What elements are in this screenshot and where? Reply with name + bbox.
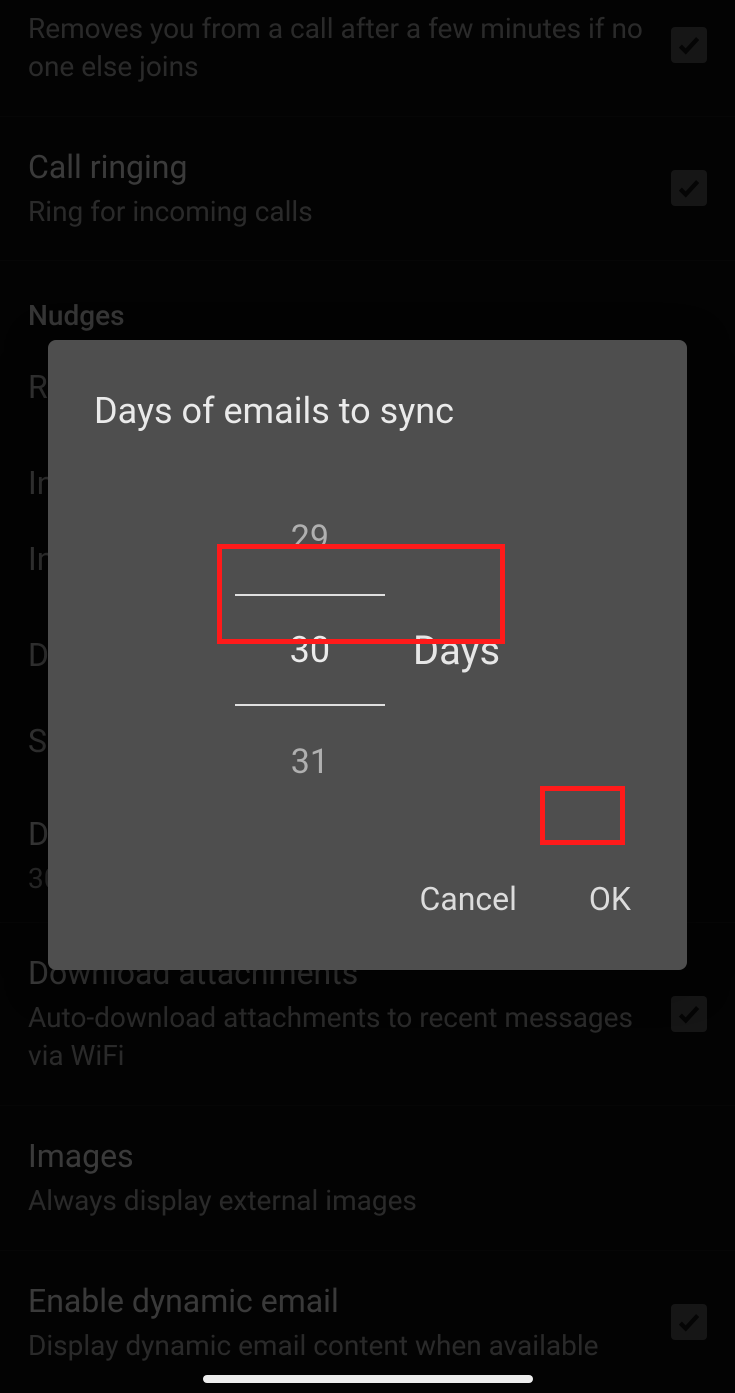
dialog-title: Days of emails to sync [48,380,687,462]
cancel-button[interactable]: Cancel [414,872,523,926]
ok-button[interactable]: OK [583,872,637,926]
picker-prev[interactable]: 29 [235,482,385,594]
days-sync-dialog: Days of emails to sync 29 30 31 Days Can… [48,340,687,970]
picker-selected[interactable]: 30 [235,594,385,706]
dialog-actions: Cancel OK [48,858,687,950]
number-picker[interactable]: 29 30 31 Days [48,482,687,818]
home-indicator [203,1375,533,1383]
picker-unit-label: Days [413,627,500,674]
picker-column[interactable]: 29 30 31 [235,482,385,818]
picker-next[interactable]: 31 [235,706,385,818]
